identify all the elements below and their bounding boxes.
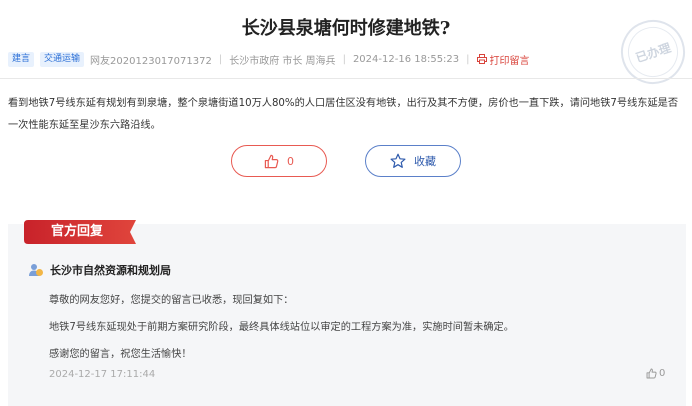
recipient: 长沙市政府 市长 周海兵 (229, 55, 336, 67)
star-icon (390, 153, 406, 168)
like-count: 0 (287, 154, 294, 168)
tag-topic[interactable]: 交通运输 (40, 51, 85, 67)
page-title: 长沙县泉塘何时修建地铁? (241, 18, 451, 39)
divider (0, 78, 692, 79)
print-button[interactable]: 打印留言 (476, 52, 530, 67)
reply-like-button[interactable]: 0 (646, 368, 665, 379)
tag-category[interactable]: 建言 (8, 51, 35, 67)
department-name: 长沙市自然资源和规划局 (50, 264, 171, 277)
printer-icon (476, 54, 487, 64)
author-name: 网友2020123017071372 (90, 55, 212, 67)
reply-body: 地铁7号线东延现处于前期方案研究阶段，最终具体线站位以审定的工程方案为准，实施时… (49, 322, 514, 333)
post-datetime: 2024-12-16 18:55:23 (352, 53, 460, 65)
official-reply-badge: 官方回复 (50, 224, 103, 239)
like-button[interactable]: 0 (231, 145, 327, 177)
print-label: 打印留言 (489, 55, 530, 67)
action-bar: 0 收藏 (0, 145, 692, 177)
favorite-button[interactable]: 收藏 (365, 145, 461, 177)
reply-closing: 感谢您的留言，祝您生活愉快！ (49, 349, 192, 360)
department-avatar-icon (29, 264, 43, 276)
thumbs-up-icon (646, 368, 657, 379)
thumbs-up-icon (264, 154, 279, 168)
reply-like-count: 0 (659, 368, 666, 379)
favorite-label: 收藏 (414, 155, 436, 168)
reply-department: 长沙市自然资源和规划局 (28, 262, 171, 278)
message-content: 看到地铁7号线东延有规划有到泉塘，整个泉塘街道10万人80%的人口居住区没有地铁… (8, 98, 679, 131)
message-meta: 建言 交通运输 网友2020123017071372 | 长沙市政府 市长 周海… (8, 50, 530, 68)
reply-greeting: 尊敬的网友您好，您提交的留言已收悉，现回复如下： (49, 295, 294, 306)
reply-datetime: 2024-12-17 17:11:44 (49, 369, 156, 380)
